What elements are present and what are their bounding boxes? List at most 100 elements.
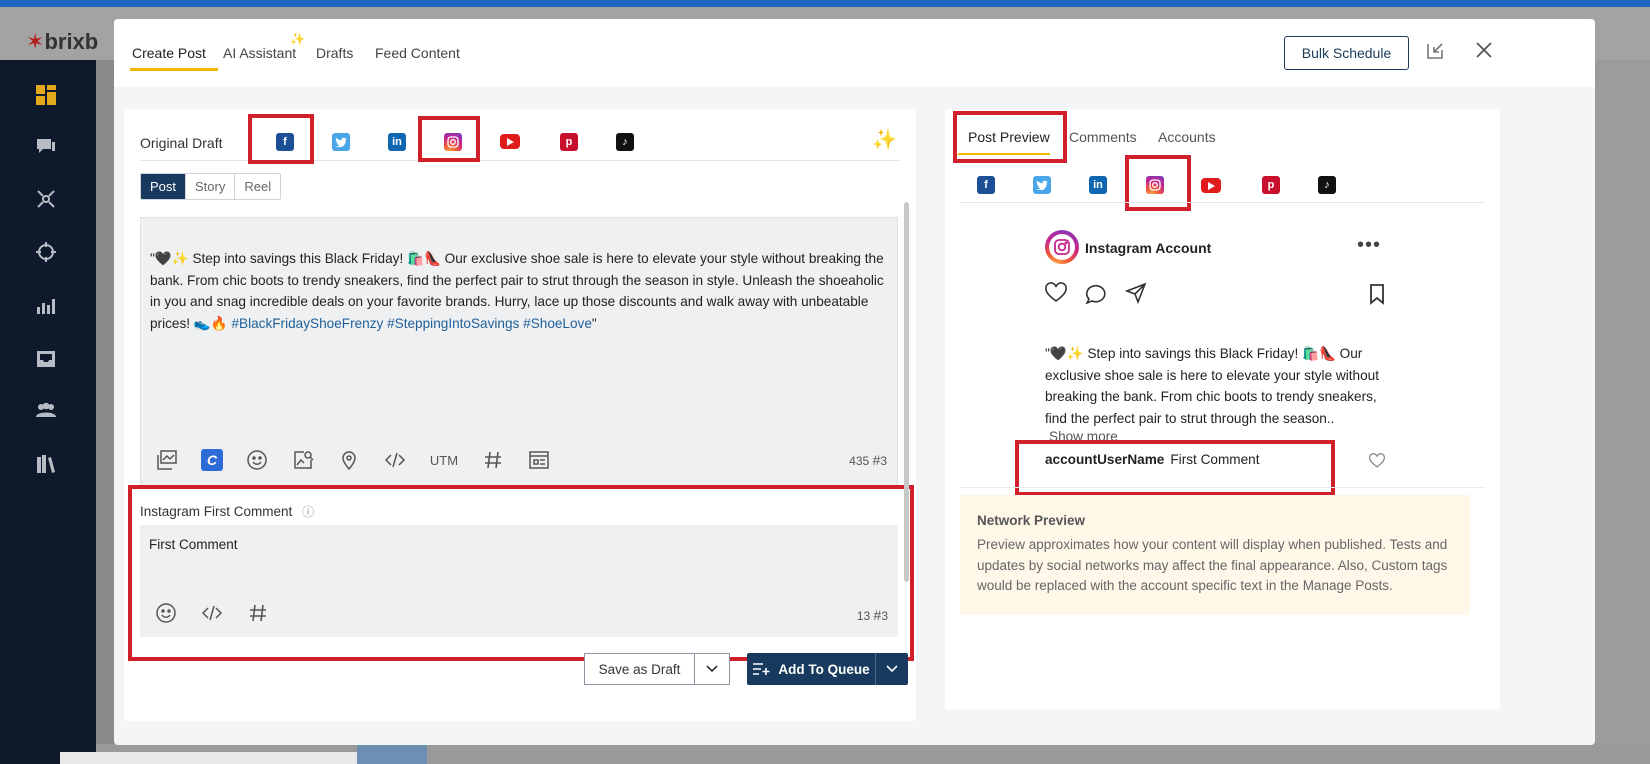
tab-comments[interactable]: Comments <box>1069 129 1137 145</box>
pinterest-icon[interactable]: p <box>1262 176 1280 194</box>
chevron-down-icon[interactable] <box>876 653 908 685</box>
first-comment-text[interactable]: First Comment <box>149 537 238 552</box>
network-icon[interactable] <box>34 187 58 211</box>
minimize-icon[interactable] <box>1425 41 1447 63</box>
post-type-post[interactable]: Post <box>141 174 187 199</box>
show-more-link[interactable]: Show more <box>1049 429 1118 444</box>
tiktok-icon[interactable]: ♪ <box>616 133 634 151</box>
twitter-icon[interactable] <box>1033 176 1051 194</box>
heart-icon[interactable] <box>1045 282 1067 304</box>
sidebar <box>0 60 96 764</box>
instagram-icon[interactable] <box>444 133 462 151</box>
bulk-schedule-button[interactable]: Bulk Schedule <box>1284 36 1409 70</box>
modal-header: Create Post AI Assistant ✨ Drafts Feed C… <box>114 19 1595 87</box>
queue-icon <box>753 663 770 675</box>
network-tabs <box>140 125 900 161</box>
twitter-icon[interactable] <box>332 133 350 151</box>
first-comment-preview: accountUserName First Comment <box>1045 452 1260 467</box>
tab-create-post[interactable]: Create Post <box>132 45 206 61</box>
linkedin-icon[interactable]: in <box>388 133 406 151</box>
comment-icon[interactable] <box>1085 282 1107 304</box>
tab-accounts[interactable]: Accounts <box>1158 129 1216 145</box>
active-tab-indicator <box>130 68 218 71</box>
background-thumbnail <box>357 745 427 764</box>
post-type-story[interactable]: Story <box>186 174 236 199</box>
post-type-toggle: Post Story Reel <box>140 173 282 200</box>
image-search-icon[interactable] <box>291 448 315 472</box>
instagram-icon[interactable] <box>1146 176 1164 194</box>
background-bottom-bar <box>60 752 360 764</box>
create-post-modal: Create Post AI Assistant ✨ Drafts Feed C… <box>114 19 1595 745</box>
tab-post-preview[interactable]: Post Preview <box>968 129 1050 145</box>
editor-toolbar: C UTM <box>155 446 573 474</box>
comment-text: First Comment <box>1170 452 1260 467</box>
tab-drafts[interactable]: Drafts <box>316 45 353 61</box>
youtube-icon[interactable] <box>1201 178 1221 193</box>
more-options-icon[interactable]: ••• <box>1357 234 1381 257</box>
pinterest-icon[interactable]: p <box>560 133 578 151</box>
location-icon[interactable] <box>337 448 361 472</box>
code-icon[interactable] <box>383 448 407 472</box>
facebook-icon[interactable]: f <box>977 176 995 194</box>
code-icon[interactable] <box>200 601 224 625</box>
post-editor[interactable]: "🖤✨ Step into savings this Black Friday!… <box>140 217 898 487</box>
post-body-text[interactable]: "🖤✨ Step into savings this Black Friday!… <box>150 248 890 334</box>
ai-sparkle-icon[interactable]: ✨ <box>872 127 897 152</box>
first-comment-field[interactable]: First Comment 13 #3 <box>140 525 898 637</box>
add-to-queue-button[interactable]: Add To Queue <box>747 653 908 685</box>
editor-scrollbar[interactable] <box>904 202 909 582</box>
team-icon[interactable] <box>34 398 58 422</box>
sparkle-icon: ✨ <box>290 32 305 46</box>
linkedin-icon[interactable]: in <box>1089 176 1107 194</box>
browser-top-strip <box>0 0 1650 7</box>
hashtags: #BlackFridayShoeFrenzy #SteppingIntoSavi… <box>231 315 592 331</box>
target-icon[interactable] <box>34 240 58 264</box>
template-icon[interactable] <box>527 448 551 472</box>
messages-icon[interactable] <box>34 135 58 159</box>
youtube-icon[interactable] <box>500 134 520 149</box>
canva-icon[interactable]: C <box>201 449 223 471</box>
compose-panel: Original Draft f in p ♪ ✨ Post Story Ree… <box>124 109 916 721</box>
emoji-icon[interactable] <box>154 601 178 625</box>
utm-button[interactable]: UTM <box>429 448 459 472</box>
post-type-reel[interactable]: Reel <box>235 174 281 199</box>
comment-like-icon[interactable] <box>1369 453 1385 469</box>
divider <box>960 487 1485 488</box>
network-preview-title: Network Preview <box>977 513 1086 528</box>
tab-original-draft[interactable]: Original Draft <box>140 135 222 151</box>
share-icon[interactable] <box>1125 282 1147 304</box>
post-actions <box>1045 282 1147 304</box>
info-icon[interactable]: ⓘ <box>302 505 314 519</box>
brand-logo[interactable]: ✶brixb <box>26 29 98 55</box>
bookmark-icon[interactable] <box>1367 283 1387 305</box>
background-right <box>1595 60 1650 764</box>
preview-tab-indicator <box>958 153 1050 155</box>
first-comment-label: Instagram First Comment ⓘ <box>140 504 315 519</box>
account-name: Instagram Account <box>1085 240 1212 256</box>
preview-panel: Post Preview Comments Accounts f in p ♪ … <box>945 109 1500 709</box>
comment-username: accountUserName <box>1045 452 1165 467</box>
first-comment-toolbar <box>154 601 292 625</box>
inbox-icon[interactable] <box>34 346 58 370</box>
analytics-icon[interactable] <box>34 293 58 317</box>
instagram-avatar <box>1045 230 1079 264</box>
post-char-count: 435 #3 <box>849 452 887 468</box>
post-caption: "🖤✨ Step into savings this Black Friday!… <box>1045 346 1379 426</box>
tab-ai-assistant[interactable]: AI Assistant <box>223 45 296 61</box>
first-comment-char-count: 13 #3 <box>856 607 888 623</box>
emoji-icon[interactable] <box>245 448 269 472</box>
facebook-icon[interactable]: f <box>276 133 294 151</box>
tiktok-icon[interactable]: ♪ <box>1318 176 1336 194</box>
hashtag-icon[interactable] <box>246 601 270 625</box>
media-library-icon[interactable] <box>155 448 179 472</box>
network-preview-text: Preview approximates how your content wi… <box>977 537 1448 593</box>
close-icon[interactable] <box>1474 40 1496 62</box>
divider <box>960 202 1485 203</box>
save-draft-button[interactable]: Save as Draft <box>584 653 730 685</box>
library-icon[interactable] <box>34 452 58 476</box>
tab-feed-content[interactable]: Feed Content <box>375 45 460 61</box>
hashtag-icon[interactable] <box>481 448 505 472</box>
network-preview-note: Network Preview Preview approximates how… <box>960 495 1470 615</box>
chevron-down-icon[interactable] <box>695 654 729 684</box>
dashboard-icon[interactable] <box>34 83 58 107</box>
